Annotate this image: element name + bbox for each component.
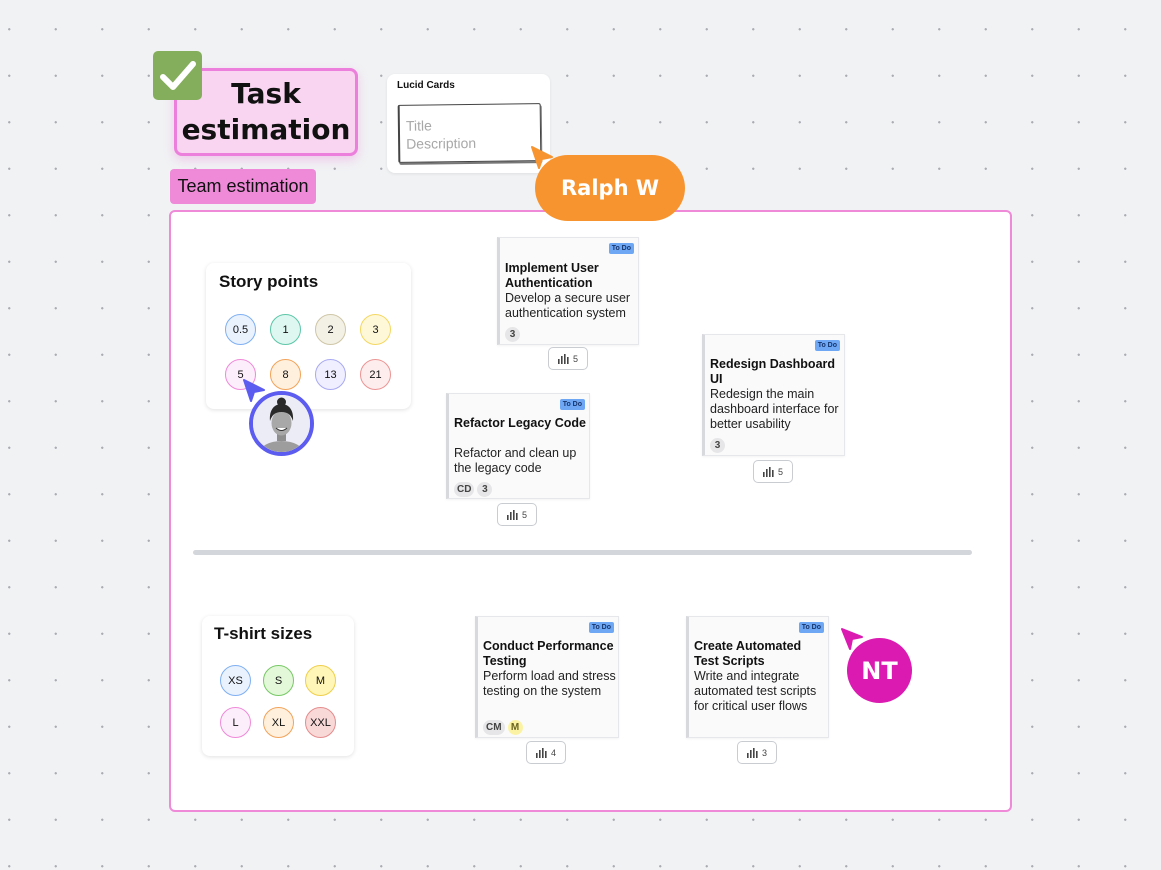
story-point-chip[interactable]: 2: [315, 314, 346, 345]
task-card[interactable]: To Do Refactor Legacy Code Refactor and cl…: [446, 393, 590, 499]
vote-count: 4: [550, 747, 556, 758]
task-title: Redesign Dashboard UI: [710, 357, 836, 386]
task-tags: 3: [710, 438, 725, 453]
title-line-2: estimation: [181, 113, 351, 146]
story-point-chip[interactable]: 13: [315, 359, 346, 390]
bar-chart-icon: [535, 747, 547, 758]
vote-button[interactable]: 4: [526, 741, 566, 764]
task-title: Implement User Authentication: [505, 261, 599, 290]
task-title: Conduct Performance Testing: [483, 639, 614, 668]
vote-count: 3: [761, 747, 767, 758]
task-description: Develop a secure user authentication sys…: [505, 291, 631, 320]
story-point-chip[interactable]: 8: [270, 359, 301, 390]
checkmark-sticker[interactable]: [153, 51, 202, 100]
task-description: Perform load and stress testing on the s…: [483, 669, 616, 698]
vote-count: 5: [777, 466, 783, 477]
status-badge: To Do: [814, 340, 840, 351]
tshirt-size-chip[interactable]: XS: [220, 665, 251, 696]
card-description-placeholder: Description: [406, 134, 477, 152]
tshirt-size-chip[interactable]: XXL: [305, 707, 336, 738]
collaborator-cursor-ralph: Ralph W: [535, 155, 685, 221]
lucid-cards-title: Lucid Cards: [397, 80, 455, 91]
task-card[interactable]: To Do Implement User Authentication Develo…: [497, 237, 639, 345]
tshirt-size-chip[interactable]: S: [263, 665, 294, 696]
story-points-palette: Story points 0.5 1 2 3 5 8 13 21: [206, 263, 411, 409]
tshirt-size-chip[interactable]: XL: [263, 707, 294, 738]
bar-chart-icon: [746, 747, 758, 758]
task-tags: CD 3: [454, 482, 493, 497]
story-point-chip[interactable]: 1: [270, 314, 301, 345]
task-description: Refactor and clean up the legacy code: [454, 446, 577, 475]
task-tag: 3: [477, 482, 493, 497]
vote-count: 5: [521, 509, 527, 520]
task-tag: 3: [710, 438, 725, 453]
bar-chart-icon: [762, 466, 774, 477]
vote-button[interactable]: 5: [753, 460, 793, 483]
story-point-chip[interactable]: 0.5: [225, 314, 256, 345]
status-badge: To Do: [588, 622, 614, 633]
vote-button[interactable]: 5: [497, 503, 537, 526]
task-card[interactable]: To Do Conduct Performance Testing Perform …: [475, 616, 619, 738]
tshirt-size-chip[interactable]: L: [220, 707, 251, 738]
card-title-placeholder: Title: [405, 117, 432, 134]
task-tags: CM M: [483, 720, 523, 735]
bar-chart-icon: [557, 353, 569, 364]
task-description: Write and integrate automated test scrip…: [694, 669, 817, 713]
task-tags: 3: [505, 327, 520, 342]
lucid-card-template[interactable]: Title Description: [397, 103, 542, 163]
vote-count: 5: [572, 353, 578, 364]
task-tag: 3: [505, 327, 520, 342]
task-tag: CD: [454, 482, 475, 497]
avatar: [249, 391, 314, 456]
vote-button[interactable]: 5: [548, 347, 588, 370]
task-card[interactable]: To Do Redesign Dashboard UI Redesign the m…: [702, 334, 845, 456]
story-point-chip[interactable]: 3: [360, 314, 391, 345]
vote-button[interactable]: 3: [737, 741, 777, 764]
task-title: Create Automated Test Scripts: [694, 639, 802, 668]
task-card[interactable]: To Do Create Automated Test Scripts Write …: [686, 616, 829, 738]
story-point-chip[interactable]: 21: [360, 359, 391, 390]
story-points-title: Story points: [219, 272, 319, 291]
task-tag: CM: [483, 720, 505, 735]
lucid-cards-widget[interactable]: Lucid Cards Title Description: [387, 74, 550, 173]
tshirt-sizes-palette: T-shirt sizes XS S M L XL XXL: [202, 616, 354, 756]
tshirt-size-chip[interactable]: M: [305, 665, 336, 696]
bar-chart-icon: [506, 509, 518, 520]
section-tag[interactable]: Team estimation: [170, 169, 316, 204]
status-badge: To Do: [608, 243, 634, 254]
tshirt-sizes-title: T-shirt sizes: [214, 624, 313, 643]
task-title: Refactor Legacy Code: [454, 416, 586, 430]
task-description: Redesign the main dashboard interface fo…: [710, 387, 839, 431]
title-line-1: Task: [231, 77, 301, 110]
check-icon: [159, 60, 196, 90]
section-divider: [193, 550, 972, 555]
collaborator-cursor-nt: NT: [847, 638, 912, 703]
task-tag: M: [507, 720, 523, 735]
status-badge: To Do: [559, 399, 585, 410]
status-badge: To Do: [798, 622, 824, 633]
person-photo-icon: [253, 395, 310, 452]
